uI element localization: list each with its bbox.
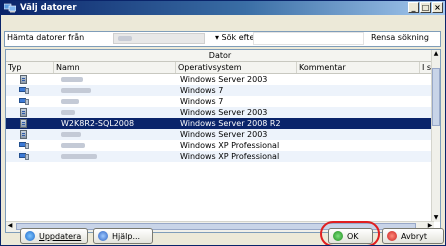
refresh-icon: [25, 231, 35, 241]
close-button[interactable]: ×: [432, 2, 443, 13]
os-cell: Windows Server 2003: [180, 75, 268, 84]
os-cell: Windows Server 2003: [180, 108, 268, 117]
workstation-icon: [19, 87, 29, 94]
os-cell: Windows Server 2008 R2: [180, 119, 281, 128]
table-row[interactable]: Windows 7: [6, 85, 434, 96]
title-bar: Välj datorer _ □ ×: [1, 1, 445, 15]
scroll-up-arrow-icon[interactable]: ▲: [432, 50, 440, 58]
cancel-button[interactable]: Avbryt: [382, 228, 444, 244]
computer-grid: Dator Typ Namn Operativsystem Kommentar …: [5, 49, 441, 233]
clear-search-link[interactable]: Rensa sökning: [371, 33, 429, 42]
computer-name-cell: [61, 85, 171, 96]
help-icon: [98, 231, 108, 241]
computer-name-cell: [61, 74, 171, 85]
scroll-left-arrow-icon[interactable]: ◀: [6, 222, 14, 230]
os-cell: Windows XP Professional: [180, 152, 280, 161]
workstation-icon: [19, 98, 29, 105]
computer-name-cell: [61, 129, 171, 140]
table-row[interactable]: Windows 7: [6, 96, 434, 107]
table-row[interactable]: Windows Server 2003: [6, 129, 434, 140]
search-label[interactable]: ▾ Sök efter: [215, 33, 258, 42]
update-button[interactable]: Uppdatera: [20, 228, 88, 244]
workstation-icon: [19, 153, 29, 160]
fetch-from-label: Hämta datorer från: [7, 33, 85, 42]
minimize-button[interactable]: _: [408, 2, 419, 13]
server-icon: [20, 75, 27, 84]
computers-icon: [3, 3, 17, 13]
workstation-icon: [19, 142, 29, 149]
column-header-comment[interactable]: Kommentar: [297, 62, 420, 73]
server-icon: [20, 130, 27, 139]
maximize-button[interactable]: □: [420, 2, 431, 13]
server-icon: [20, 108, 27, 117]
select-computers-dialog: Välj datorer _ □ × Hämta datorer från ▾ …: [0, 0, 446, 246]
group-header-computer: Dator: [6, 50, 434, 62]
cancel-button-label: Avbryt: [401, 231, 427, 241]
fetch-source-combo[interactable]: [113, 33, 205, 44]
table-row[interactable]: Windows Server 2003: [6, 107, 434, 118]
computer-name-cell: [61, 96, 171, 107]
window-title: Välj datorer: [20, 3, 77, 13]
table-row[interactable]: Windows Server 2003: [6, 74, 434, 85]
computer-name-cell: [61, 140, 171, 151]
vertical-scrollbar[interactable]: ▲ ▼: [431, 50, 440, 222]
server-icon: [20, 119, 27, 128]
ok-button-highlight: [320, 221, 380, 245]
computer-name-cell: W2K8R2-SQL2008: [61, 119, 135, 128]
update-button-label: Uppdatera: [39, 231, 82, 241]
computer-name-cell: [61, 151, 171, 162]
column-headers: Typ Namn Operativsystem Kommentar I sys: [6, 62, 440, 74]
os-cell: Windows 7: [180, 97, 224, 106]
os-cell: Windows XP Professional: [180, 141, 280, 150]
cancel-icon: [387, 231, 397, 241]
table-row[interactable]: W2K8R2-SQL2008 Windows Server 2008 R2: [6, 118, 434, 129]
help-button-label: Hjälp...: [112, 231, 141, 241]
computer-name-cell: [61, 107, 171, 118]
vertical-scroll-thumb[interactable]: [432, 68, 440, 126]
os-cell: Windows 7: [180, 86, 224, 95]
column-header-os[interactable]: Operativsystem: [176, 62, 297, 73]
help-button[interactable]: Hjälp...: [93, 228, 153, 244]
os-cell: Windows Server 2003: [180, 130, 268, 139]
table-row[interactable]: Windows XP Professional: [6, 140, 434, 151]
table-row[interactable]: Windows XP Professional: [6, 151, 434, 162]
search-input[interactable]: [253, 32, 364, 45]
column-header-type[interactable]: Typ: [6, 62, 54, 73]
column-header-name[interactable]: Namn: [54, 62, 176, 73]
